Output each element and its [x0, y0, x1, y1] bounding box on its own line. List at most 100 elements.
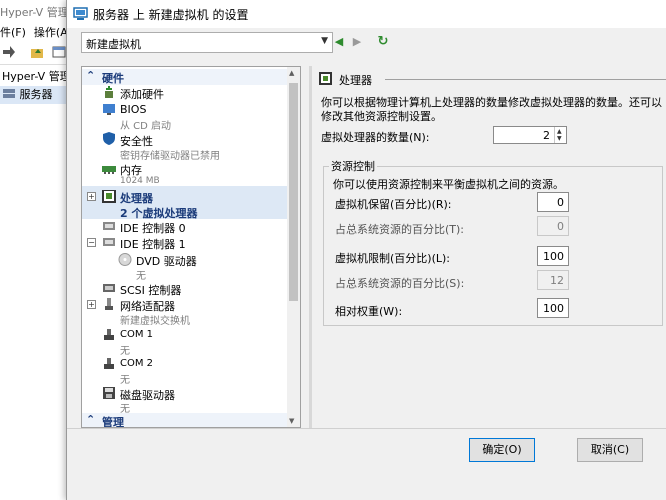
com-port-icon: [104, 358, 114, 369]
network-adapter-icon: [105, 298, 113, 310]
processor-icon: [319, 72, 332, 85]
limit-system-percent-label: 占总系统资源的百分比(S):: [335, 277, 465, 290]
resource-control-title: 资源控制: [329, 158, 377, 174]
reserve-system-percent-value: 0: [537, 216, 569, 236]
collapse-minus-icon[interactable]: −: [87, 238, 96, 247]
tree-item-dvd-drive[interactable]: DVD 驱动器 无: [82, 251, 287, 282]
chevron-down-icon: ▼: [321, 36, 328, 46]
reserve-system-percent-label: 占总系统资源的百分比(T):: [335, 223, 465, 236]
vm-settings-dialog: 服务器 上 新建虚拟机 的设置 新建虚拟机 ▼ ◀ ▶ ↻ ⌃ 硬件 添加硬件 …: [66, 0, 666, 500]
shield-icon: [103, 132, 115, 145]
item-sub-label: 从 CD 启动: [120, 121, 172, 132]
management-section-header[interactable]: ⌃ 管理: [82, 413, 287, 428]
tree-item-hyperv-manager[interactable]: Hyper-V 管理: [0, 68, 70, 86]
vm-reserve-input[interactable]: 0: [537, 192, 569, 212]
scrollbar-thumb[interactable]: [289, 83, 298, 301]
stepper-buttons[interactable]: ▲ ▼: [554, 127, 566, 143]
controller-icon: [103, 222, 115, 230]
item-label: SCSI 控制器: [120, 284, 182, 297]
controller-icon: [103, 284, 115, 292]
window-title: Hyper-V 管理: [0, 6, 69, 19]
item-sub-label: 1024 MB: [120, 176, 160, 186]
tree-item-com1[interactable]: COM 1 无: [82, 327, 287, 357]
menu-file[interactable]: 件(F): [0, 26, 26, 39]
collapse-chevron-icon: ⌃: [86, 69, 96, 82]
tree-item-add-hardware[interactable]: 添加硬件: [82, 85, 287, 101]
item-label: IDE 控制器 1: [120, 238, 186, 251]
hardware-section-header[interactable]: ⌃ 硬件: [82, 69, 287, 85]
expand-plus-icon[interactable]: +: [87, 300, 96, 309]
item-label: 添加硬件: [120, 88, 164, 101]
tree-scrollbar[interactable]: ▲ ▼: [287, 67, 300, 427]
tree-item-ide-controller-0[interactable]: IDE 控制器 0: [82, 219, 287, 235]
vm-select-dropdown[interactable]: 新建虚拟机 ▼: [81, 32, 333, 53]
expand-plus-icon[interactable]: +: [87, 192, 96, 201]
footer-divider: [67, 428, 666, 429]
tree-item-processor[interactable]: + 处理器 2 个虚拟处理器: [82, 189, 287, 220]
memory-icon: [102, 166, 116, 174]
ok-button[interactable]: 确定(O): [469, 438, 535, 462]
relative-weight-input[interactable]: 100: [537, 298, 569, 318]
item-label: 处理器: [120, 192, 153, 205]
item-sub-label: 无: [120, 375, 130, 386]
item-label: COM 2: [120, 358, 154, 369]
tree-item-memory[interactable]: 内存 1024 MB: [82, 161, 287, 189]
back-arrow-icon[interactable]: ◀: [331, 34, 347, 50]
dialog-bottom: [67, 470, 666, 500]
item-label: COM 1: [120, 329, 154, 340]
vm-select-value: 新建虚拟机: [86, 38, 141, 51]
controller-icon: [103, 238, 115, 246]
scroll-up-icon[interactable]: ▲: [289, 69, 294, 77]
vm-settings-icon: [73, 7, 88, 20]
vcpu-count-label: 虚拟处理器的数量(N):: [321, 131, 430, 144]
relative-weight-label: 相对权重(W):: [335, 305, 403, 318]
processor-description: 你可以根据物理计算机上处理器的数量修改虚拟处理器的数量。还可以修改其他资源控制设…: [321, 96, 662, 123]
bios-chip-icon: [103, 104, 115, 115]
item-sub-label: 无: [120, 346, 130, 357]
tree-item-server[interactable]: 服务器: [0, 86, 70, 104]
menu-action[interactable]: 操作(A): [34, 26, 70, 39]
cancel-button[interactable]: 取消(C): [577, 438, 643, 462]
tree-item-diskette-drive[interactable]: 磁盘驱动器 无: [82, 385, 287, 415]
stepper-down-icon[interactable]: ▼: [557, 135, 562, 142]
tree-item-scsi-controller[interactable]: SCSI 控制器: [82, 281, 287, 297]
tree-item-network-adapter[interactable]: + 网络适配器 新建虚拟交换机: [82, 297, 287, 327]
floppy-disk-icon: [103, 387, 115, 399]
toolbar: [0, 41, 70, 65]
tree-item-bios[interactable]: BIOS 从 CD 启动: [82, 101, 287, 132]
header-divider: [385, 79, 666, 80]
item-sub-label: 新建虚拟交换机: [120, 316, 190, 327]
dialog-titlebar: 服务器 上 新建虚拟机 的设置: [67, 0, 666, 28]
server-icon: [3, 89, 15, 98]
item-label: BIOS: [120, 103, 147, 116]
limit-system-percent-value: 12: [537, 270, 569, 290]
vcpu-count-stepper[interactable]: 2 ▲ ▼: [493, 126, 567, 144]
settings-tree-panel: ⌃ 硬件 添加硬件 BIOS 从 CD 启动 安全性 密钥存储驱动器已禁用 内存…: [81, 66, 301, 428]
panel-icon[interactable]: [52, 45, 66, 59]
dialog-title: 服务器 上 新建虚拟机 的设置: [93, 8, 249, 22]
collapse-chevron-icon: ⌃: [86, 413, 96, 426]
panel-edge: [309, 66, 312, 428]
processor-title: 处理器: [339, 74, 372, 87]
vm-limit-input[interactable]: 100: [537, 246, 569, 266]
navigation-tree: Hyper-V 管理 服务器: [0, 68, 70, 104]
refresh-icon[interactable]: ↻: [375, 34, 391, 50]
add-hardware-icon: [105, 86, 113, 98]
stepper-up-icon[interactable]: ▲: [557, 128, 562, 135]
forward-arrow-icon[interactable]: [2, 45, 16, 59]
tree-item-label: 服务器: [19, 88, 53, 101]
forward-arrow-icon[interactable]: ▶: [349, 34, 365, 50]
hardware-section-label: 硬件: [102, 72, 124, 85]
dvd-disc-icon: [118, 253, 132, 266]
tree-item-com2[interactable]: COM 2 无: [82, 356, 287, 386]
processor-settings-panel: 处理器 你可以根据物理计算机上处理器的数量修改虚拟处理器的数量。还可以修改其他资…: [309, 66, 666, 428]
folder-up-icon[interactable]: [30, 45, 44, 59]
tree-item-ide-controller-1[interactable]: − IDE 控制器 1: [82, 235, 287, 251]
menu-bar: 件(F) 操作(A): [0, 22, 70, 40]
vm-reserve-label: 虚拟机保留(百分比)(R):: [335, 198, 452, 211]
resource-control-description: 你可以使用资源控制来平衡虚拟机之间的资源。: [333, 178, 564, 191]
tree-item-security[interactable]: 安全性 密钥存储驱动器已禁用: [82, 131, 287, 162]
scroll-down-icon[interactable]: ▼: [289, 417, 294, 425]
vm-limit-label: 虚拟机限制(百分比)(L):: [335, 252, 450, 265]
management-section-label: 管理: [102, 416, 124, 428]
